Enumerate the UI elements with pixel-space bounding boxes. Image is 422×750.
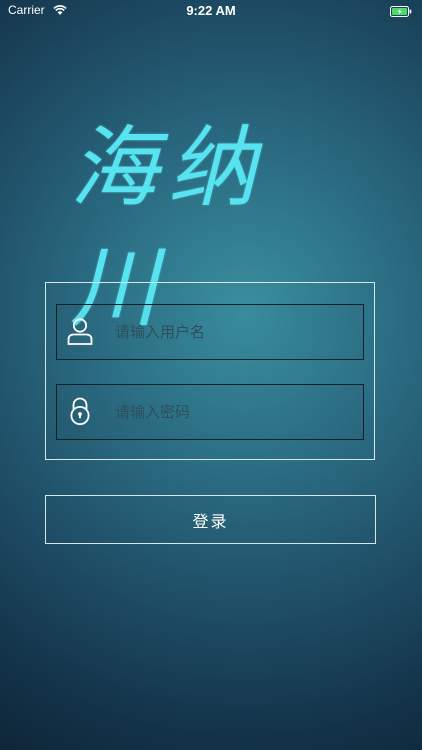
lock-icon bbox=[70, 397, 90, 425]
user-icon bbox=[67, 318, 93, 345]
password-input[interactable] bbox=[115, 385, 355, 439]
app-logo: 海纳川 bbox=[70, 116, 267, 339]
battery-icon bbox=[390, 6, 412, 17]
login-form bbox=[45, 282, 375, 460]
status-bar: Carrier 9:22 AM bbox=[0, 0, 422, 24]
username-field-container bbox=[56, 304, 364, 360]
username-input[interactable] bbox=[115, 305, 355, 359]
login-button[interactable]: 登录 bbox=[45, 495, 376, 544]
password-field-container bbox=[56, 384, 364, 440]
status-time: 9:22 AM bbox=[186, 3, 236, 18]
